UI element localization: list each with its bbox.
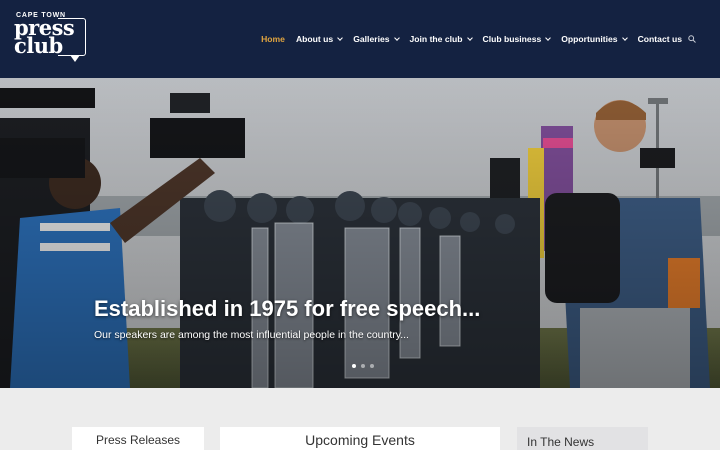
nav-label: Join the club bbox=[409, 34, 463, 44]
hero-title: Established in 1975 for free speech... bbox=[94, 296, 481, 321]
nav-label: Club business bbox=[482, 34, 542, 44]
speech-bubble-tail bbox=[70, 55, 80, 62]
nav-home[interactable]: Home bbox=[261, 34, 285, 44]
chevron-down-icon bbox=[466, 34, 473, 41]
upcoming-events-card: Upcoming Events bbox=[220, 427, 500, 450]
content-area: Press Releases Upcoming Events In The Ne… bbox=[0, 388, 720, 450]
slider-dot-2[interactable] bbox=[361, 364, 365, 368]
press-club-logo[interactable]: CAPE TOWN press club bbox=[14, 12, 88, 64]
chevron-down-icon bbox=[337, 34, 344, 41]
nav-opportunities[interactable]: Opportunities bbox=[561, 34, 628, 44]
nav-label: Contact us bbox=[637, 34, 682, 44]
chevron-down-icon bbox=[545, 34, 552, 41]
in-the-news-card: In The News bbox=[517, 427, 648, 450]
nav-club-business[interactable]: Club business bbox=[482, 34, 552, 44]
press-releases-heading: Press Releases bbox=[95, 433, 181, 447]
speech-bubble-outline bbox=[58, 18, 86, 56]
slider-dot-1[interactable] bbox=[352, 364, 356, 368]
site-header: CAPE TOWN press club Home About us Galle… bbox=[0, 0, 720, 78]
main-nav: Home About us Galleries Join the club Cl… bbox=[250, 31, 696, 47]
chevron-down-icon bbox=[621, 34, 628, 41]
nav-label: Home bbox=[261, 34, 285, 44]
nav-about-us[interactable]: About us bbox=[295, 34, 344, 44]
nav-label: About us bbox=[295, 34, 334, 44]
slider-dot-3[interactable] bbox=[370, 364, 374, 368]
nav-join-the-club[interactable]: Join the club bbox=[409, 34, 473, 44]
in-the-news-heading: In The News bbox=[527, 435, 595, 449]
hero-slider: Established in 1975 for free speech... O… bbox=[0, 78, 720, 388]
nav-label: Opportunities bbox=[561, 34, 618, 44]
chevron-down-icon bbox=[393, 34, 400, 41]
nav-label: Galleries bbox=[353, 34, 390, 44]
slider-dots bbox=[352, 364, 379, 368]
press-releases-card: Press Releases bbox=[72, 427, 204, 450]
upcoming-events-heading: Upcoming Events bbox=[305, 432, 415, 448]
search-icon[interactable] bbox=[688, 35, 696, 43]
hero-photo-protest bbox=[0, 78, 720, 388]
nav-contact-us[interactable]: Contact us bbox=[638, 34, 682, 44]
logo-line-3: club bbox=[14, 33, 63, 58]
nav-galleries[interactable]: Galleries bbox=[353, 34, 400, 44]
hero-subtitle: Our speakers are among the most influent… bbox=[94, 329, 409, 341]
